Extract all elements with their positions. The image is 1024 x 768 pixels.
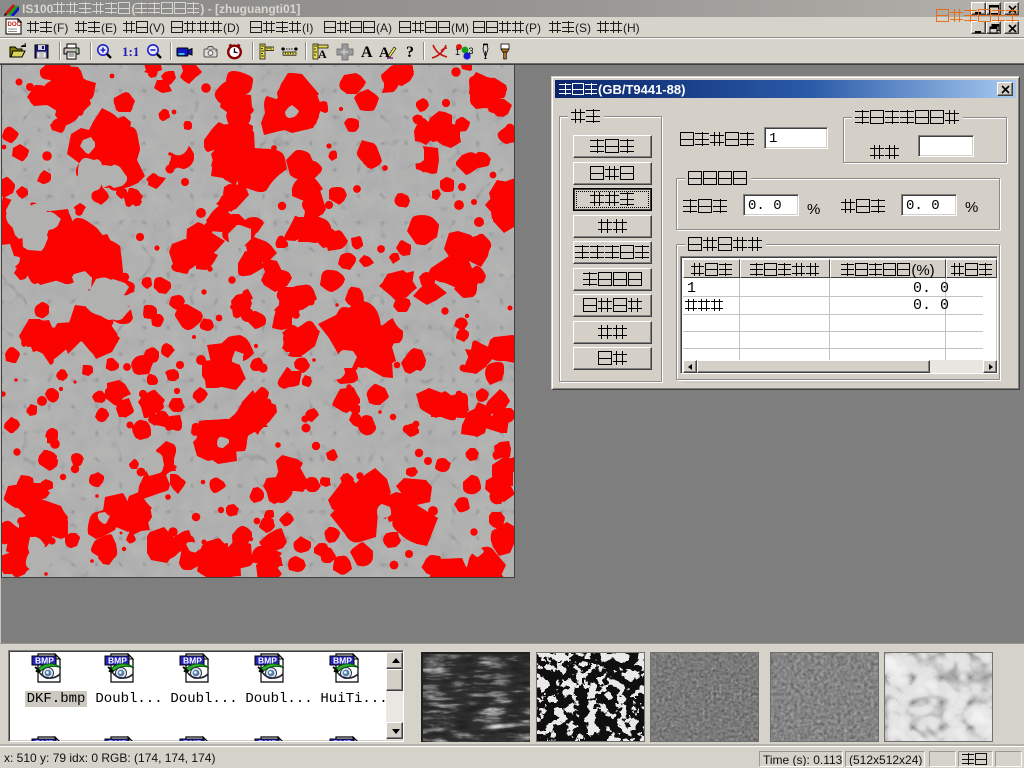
svg-text:A: A (318, 47, 327, 61)
svg-text:1:1: 1:1 (122, 44, 138, 59)
svg-text:1: 1 (455, 47, 460, 57)
svg-text:BMP: BMP (258, 739, 277, 743)
svg-text:?: ? (406, 44, 414, 61)
svg-text:BMP: BMP (183, 739, 202, 743)
svg-text:BMP: BMP (108, 739, 127, 743)
svg-text:BMP: BMP (333, 739, 352, 743)
svg-text:3: 3 (469, 46, 474, 56)
svg-text:DOC: DOC (8, 22, 22, 28)
svg-text:BMP: BMP (35, 739, 54, 743)
svg-text:A: A (361, 44, 373, 61)
